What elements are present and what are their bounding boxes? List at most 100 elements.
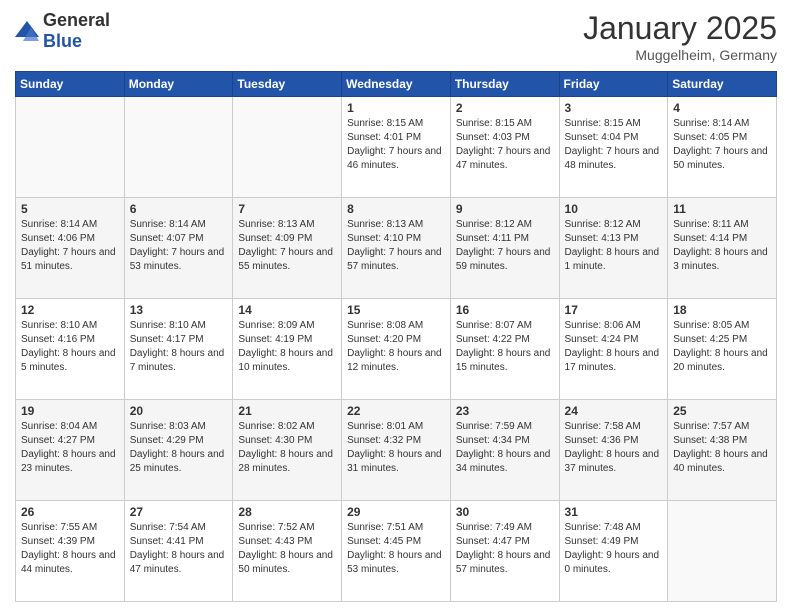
day-number: 23 bbox=[456, 404, 554, 418]
calendar-cell-4-5: 31 Sunrise: 7:48 AMSunset: 4:49 PMDayligh… bbox=[559, 501, 668, 602]
day-number: 15 bbox=[347, 303, 445, 317]
day-number: 8 bbox=[347, 202, 445, 216]
day-info: Sunrise: 7:54 AMSunset: 4:41 PMDaylight:… bbox=[130, 521, 228, 577]
day-number: 13 bbox=[130, 303, 228, 317]
page: General Blue January 2025 Muggelheim, Ge… bbox=[0, 0, 792, 612]
day-info: Sunrise: 8:15 AMSunset: 4:01 PMDaylight:… bbox=[347, 117, 445, 173]
col-sunday: Sunday bbox=[16, 72, 125, 97]
calendar-cell-0-0 bbox=[16, 97, 125, 198]
day-number: 7 bbox=[238, 202, 336, 216]
calendar-cell-1-6: 11 Sunrise: 8:11 AMSunset: 4:14 PMDayligh… bbox=[668, 198, 777, 299]
day-info: Sunrise: 8:11 AMSunset: 4:14 PMDaylight:… bbox=[673, 218, 771, 274]
col-monday: Monday bbox=[124, 72, 233, 97]
calendar-cell-4-4: 30 Sunrise: 7:49 AMSunset: 4:47 PMDayligh… bbox=[450, 501, 559, 602]
day-info: Sunrise: 8:14 AMSunset: 4:07 PMDaylight:… bbox=[130, 218, 228, 274]
calendar-cell-3-0: 19 Sunrise: 8:04 AMSunset: 4:27 PMDayligh… bbox=[16, 400, 125, 501]
day-info: Sunrise: 8:08 AMSunset: 4:20 PMDaylight:… bbox=[347, 319, 445, 375]
day-info: Sunrise: 8:12 AMSunset: 4:13 PMDaylight:… bbox=[565, 218, 663, 274]
day-number: 24 bbox=[565, 404, 663, 418]
calendar-cell-3-4: 23 Sunrise: 7:59 AMSunset: 4:34 PMDayligh… bbox=[450, 400, 559, 501]
day-number: 5 bbox=[21, 202, 119, 216]
calendar-cell-2-1: 13 Sunrise: 8:10 AMSunset: 4:17 PMDayligh… bbox=[124, 299, 233, 400]
day-info: Sunrise: 8:04 AMSunset: 4:27 PMDaylight:… bbox=[21, 420, 119, 476]
logo-general: General bbox=[43, 10, 110, 30]
header-row: Sunday Monday Tuesday Wednesday Thursday… bbox=[16, 72, 777, 97]
day-info: Sunrise: 8:05 AMSunset: 4:25 PMDaylight:… bbox=[673, 319, 771, 375]
day-number: 11 bbox=[673, 202, 771, 216]
day-number: 14 bbox=[238, 303, 336, 317]
calendar-cell-1-5: 10 Sunrise: 8:12 AMSunset: 4:13 PMDayligh… bbox=[559, 198, 668, 299]
calendar-week-3: 19 Sunrise: 8:04 AMSunset: 4:27 PMDayligh… bbox=[16, 400, 777, 501]
day-number: 27 bbox=[130, 505, 228, 519]
day-info: Sunrise: 8:13 AMSunset: 4:09 PMDaylight:… bbox=[238, 218, 336, 274]
col-wednesday: Wednesday bbox=[342, 72, 451, 97]
day-info: Sunrise: 8:12 AMSunset: 4:11 PMDaylight:… bbox=[456, 218, 554, 274]
day-info: Sunrise: 8:01 AMSunset: 4:32 PMDaylight:… bbox=[347, 420, 445, 476]
logo: General Blue bbox=[15, 10, 110, 52]
logo-blue: Blue bbox=[43, 31, 82, 51]
calendar-table: Sunday Monday Tuesday Wednesday Thursday… bbox=[15, 71, 777, 602]
calendar-cell-4-3: 29Sunrise: 7:51 AMSunset: 4:45 PMDayligh… bbox=[342, 501, 451, 602]
day-number: 17 bbox=[565, 303, 663, 317]
day-number: 10 bbox=[565, 202, 663, 216]
day-number: 2 bbox=[456, 101, 554, 115]
day-info: Sunrise: 7:59 AMSunset: 4:34 PMDaylight:… bbox=[456, 420, 554, 476]
calendar-week-0: 1 Sunrise: 8:15 AMSunset: 4:01 PMDaylight… bbox=[16, 97, 777, 198]
calendar-cell-0-5: 3Sunrise: 8:15 AMSunset: 4:04 PMDaylight… bbox=[559, 97, 668, 198]
day-info: Sunrise: 7:48 AMSunset: 4:49 PMDaylight:… bbox=[565, 521, 663, 577]
calendar-cell-4-6 bbox=[668, 501, 777, 602]
calendar-cell-2-4: 16Sunrise: 8:07 AMSunset: 4:22 PMDayligh… bbox=[450, 299, 559, 400]
day-info: Sunrise: 7:57 AMSunset: 4:38 PMDaylight:… bbox=[673, 420, 771, 476]
day-number: 20 bbox=[130, 404, 228, 418]
day-number: 19 bbox=[21, 404, 119, 418]
day-number: 6 bbox=[130, 202, 228, 216]
col-saturday: Saturday bbox=[668, 72, 777, 97]
day-info: Sunrise: 8:14 AMSunset: 4:05 PMDaylight:… bbox=[673, 117, 771, 173]
calendar-cell-3-3: 22 Sunrise: 8:01 AMSunset: 4:32 PMDayligh… bbox=[342, 400, 451, 501]
day-info: Sunrise: 8:15 AMSunset: 4:03 PMDaylight:… bbox=[456, 117, 554, 173]
calendar-header: Sunday Monday Tuesday Wednesday Thursday… bbox=[16, 72, 777, 97]
title-area: January 2025 Muggelheim, Germany bbox=[583, 10, 777, 63]
calendar-cell-1-1: 6 Sunrise: 8:14 AMSunset: 4:07 PMDaylight… bbox=[124, 198, 233, 299]
day-info: Sunrise: 8:10 AMSunset: 4:16 PMDaylight:… bbox=[21, 319, 119, 375]
calendar-cell-2-3: 15 Sunrise: 8:08 AMSunset: 4:20 PMDayligh… bbox=[342, 299, 451, 400]
calendar-cell-0-2 bbox=[233, 97, 342, 198]
day-number: 18 bbox=[673, 303, 771, 317]
day-number: 25 bbox=[673, 404, 771, 418]
day-info: Sunrise: 8:09 AMSunset: 4:19 PMDaylight:… bbox=[238, 319, 336, 375]
logo-icon bbox=[15, 21, 39, 41]
day-info: Sunrise: 7:52 AMSunset: 4:43 PMDaylight:… bbox=[238, 521, 336, 577]
calendar-week-2: 12 Sunrise: 8:10 AMSunset: 4:16 PMDayligh… bbox=[16, 299, 777, 400]
day-number: 12 bbox=[21, 303, 119, 317]
calendar-week-1: 5 Sunrise: 8:14 AMSunset: 4:06 PMDaylight… bbox=[16, 198, 777, 299]
day-info: Sunrise: 8:07 AMSunset: 4:22 PMDaylight:… bbox=[456, 319, 554, 375]
day-number: 30 bbox=[456, 505, 554, 519]
day-info: Sunrise: 8:15 AMSunset: 4:04 PMDaylight:… bbox=[565, 117, 663, 173]
day-number: 21 bbox=[238, 404, 336, 418]
calendar-cell-2-6: 18 Sunrise: 8:05 AMSunset: 4:25 PMDayligh… bbox=[668, 299, 777, 400]
calendar-cell-4-2: 28Sunrise: 7:52 AMSunset: 4:43 PMDayligh… bbox=[233, 501, 342, 602]
col-friday: Friday bbox=[559, 72, 668, 97]
day-info: Sunrise: 7:55 AMSunset: 4:39 PMDaylight:… bbox=[21, 521, 119, 577]
day-info: Sunrise: 7:49 AMSunset: 4:47 PMDaylight:… bbox=[456, 521, 554, 577]
calendar-cell-2-0: 12 Sunrise: 8:10 AMSunset: 4:16 PMDayligh… bbox=[16, 299, 125, 400]
col-thursday: Thursday bbox=[450, 72, 559, 97]
month-title: January 2025 bbox=[583, 10, 777, 47]
day-number: 31 bbox=[565, 505, 663, 519]
day-number: 22 bbox=[347, 404, 445, 418]
calendar-cell-0-3: 1 Sunrise: 8:15 AMSunset: 4:01 PMDaylight… bbox=[342, 97, 451, 198]
day-info: Sunrise: 8:03 AMSunset: 4:29 PMDaylight:… bbox=[130, 420, 228, 476]
day-info: Sunrise: 8:14 AMSunset: 4:06 PMDaylight:… bbox=[21, 218, 119, 274]
calendar-cell-3-2: 21Sunrise: 8:02 AMSunset: 4:30 PMDayligh… bbox=[233, 400, 342, 501]
header: General Blue January 2025 Muggelheim, Ge… bbox=[15, 10, 777, 63]
day-info: Sunrise: 8:10 AMSunset: 4:17 PMDaylight:… bbox=[130, 319, 228, 375]
day-info: Sunrise: 8:06 AMSunset: 4:24 PMDaylight:… bbox=[565, 319, 663, 375]
day-number: 29 bbox=[347, 505, 445, 519]
location: Muggelheim, Germany bbox=[583, 47, 777, 63]
day-info: Sunrise: 7:58 AMSunset: 4:36 PMDaylight:… bbox=[565, 420, 663, 476]
col-tuesday: Tuesday bbox=[233, 72, 342, 97]
calendar-cell-2-2: 14 Sunrise: 8:09 AMSunset: 4:19 PMDayligh… bbox=[233, 299, 342, 400]
day-number: 1 bbox=[347, 101, 445, 115]
calendar-cell-0-1 bbox=[124, 97, 233, 198]
calendar-cell-1-0: 5 Sunrise: 8:14 AMSunset: 4:06 PMDaylight… bbox=[16, 198, 125, 299]
